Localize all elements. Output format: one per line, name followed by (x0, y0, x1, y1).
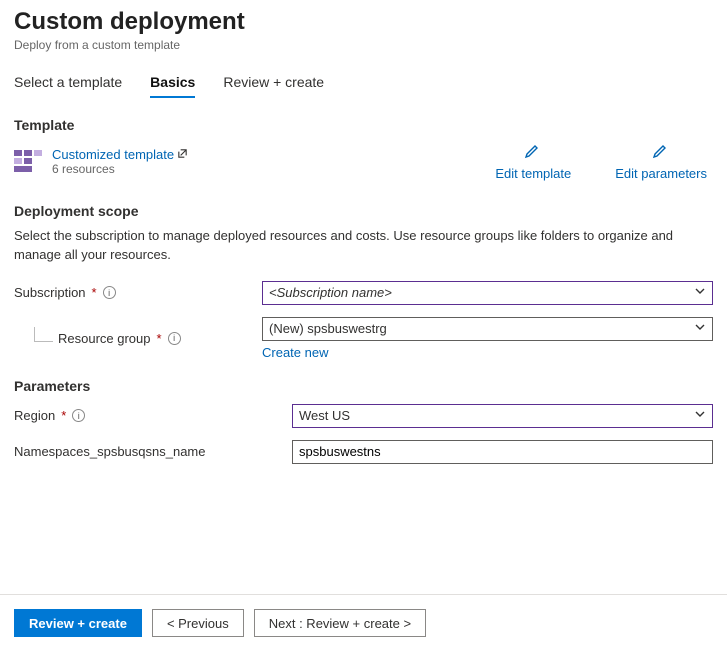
deployment-scope-description: Select the subscription to manage deploy… (14, 227, 713, 265)
next-button[interactable]: Next : Review + create > (254, 609, 426, 637)
region-label: Region (14, 408, 55, 423)
deployment-scope-heading: Deployment scope (14, 203, 713, 219)
region-select[interactable]: West US (292, 404, 713, 428)
chevron-down-icon (694, 285, 706, 300)
subscription-value: <Subscription name> (269, 285, 392, 300)
template-heading: Template (14, 117, 713, 133)
pencil-icon (495, 141, 571, 162)
page-subtitle: Deploy from a custom template (14, 38, 713, 52)
namespace-label: Namespaces_spsbusqsns_name (14, 444, 206, 459)
resource-group-select[interactable]: (New) spsbuswestrg (262, 317, 713, 341)
page-title: Custom deployment (14, 8, 713, 36)
edit-parameters-label: Edit parameters (615, 166, 707, 181)
create-new-link[interactable]: Create new (262, 345, 328, 360)
customized-template-link[interactable]: Customized template (52, 147, 188, 162)
tab-basics[interactable]: Basics (150, 74, 195, 98)
edit-template-button[interactable]: Edit template (495, 141, 571, 181)
tab-select-template[interactable]: Select a template (14, 74, 122, 98)
external-link-icon (177, 147, 188, 162)
info-icon[interactable]: i (72, 409, 85, 422)
namespace-input[interactable] (292, 440, 713, 464)
subscription-select[interactable]: <Subscription name> (262, 281, 713, 305)
previous-button[interactable]: < Previous (152, 609, 244, 637)
review-create-button[interactable]: Review + create (14, 609, 142, 637)
pencil-icon (615, 141, 707, 162)
template-icon (14, 150, 42, 172)
subscription-label: Subscription (14, 285, 86, 300)
tabs: Select a template Basics Review + create (14, 74, 713, 99)
parameters-heading: Parameters (14, 378, 713, 394)
region-value: West US (299, 408, 350, 423)
edit-template-label: Edit template (495, 166, 571, 181)
tab-review-create[interactable]: Review + create (223, 74, 324, 98)
customized-template-link-text: Customized template (52, 147, 174, 162)
template-resource-count: 6 resources (52, 162, 188, 176)
footer: Review + create < Previous Next : Review… (0, 594, 727, 651)
chevron-down-icon (694, 321, 706, 336)
required-marker: * (157, 331, 162, 346)
chevron-down-icon (694, 408, 706, 423)
required-marker: * (92, 285, 97, 300)
info-icon[interactable]: i (103, 286, 116, 299)
required-marker: * (61, 408, 66, 423)
info-icon[interactable]: i (168, 332, 181, 345)
resource-group-label: Resource group (58, 331, 151, 346)
resource-group-value: (New) spsbuswestrg (269, 321, 387, 336)
edit-parameters-button[interactable]: Edit parameters (615, 141, 707, 181)
